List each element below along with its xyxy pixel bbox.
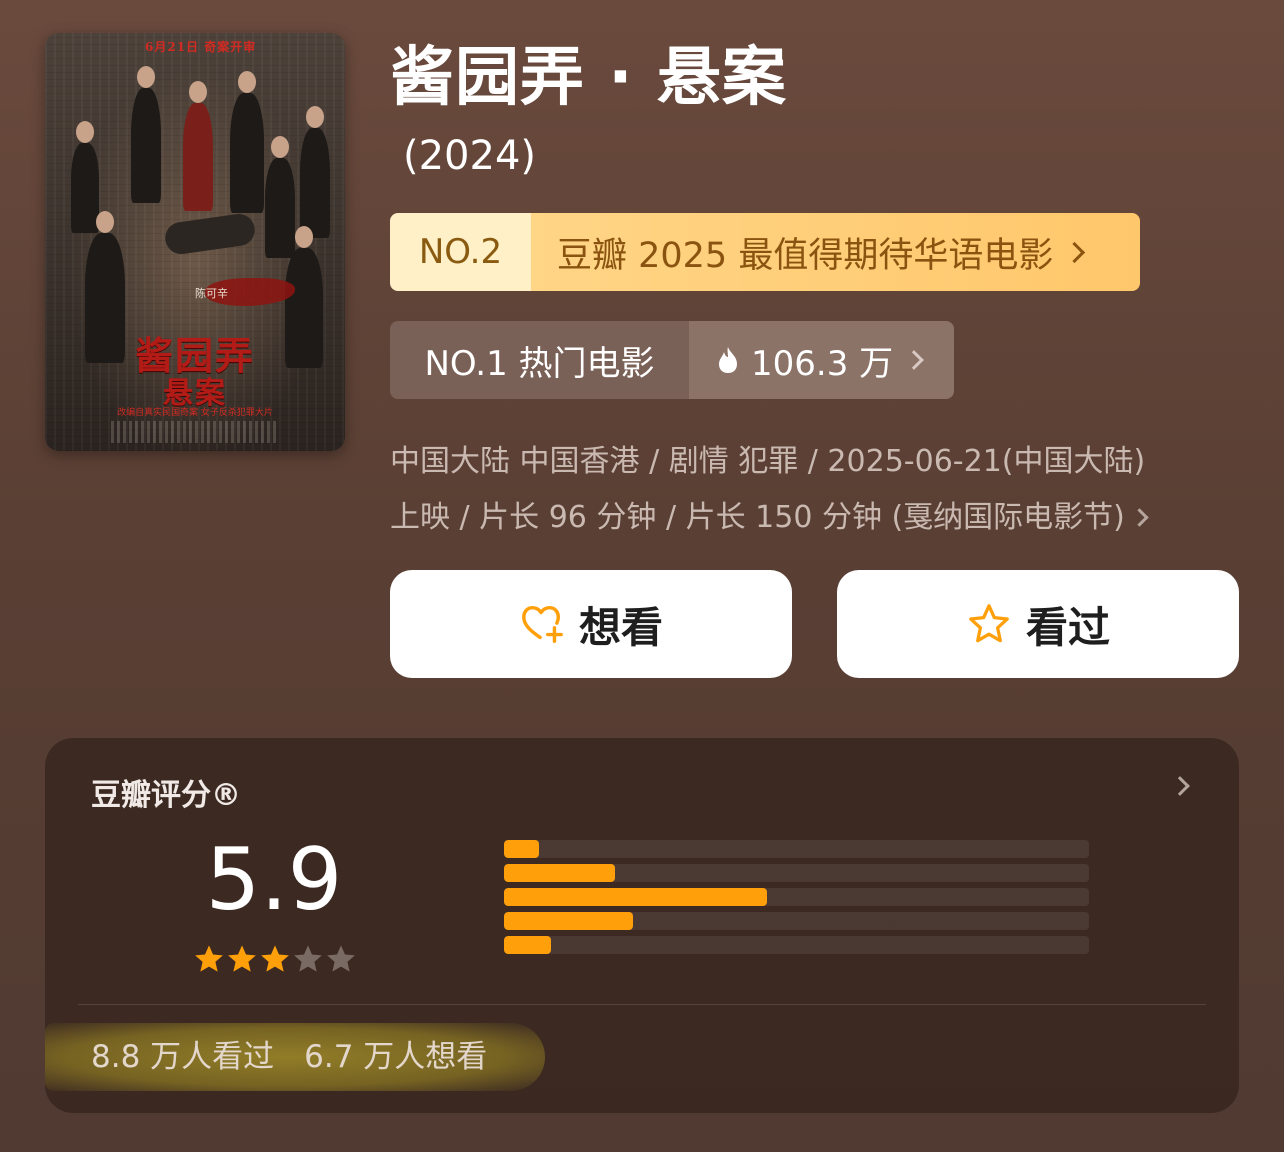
meta-line-1: 中国大陆 中国香港 / 剧情 犯罪 / 2025-06-21(中国大陆)	[390, 444, 1146, 479]
poster-figure	[265, 136, 295, 258]
chevron-right-icon	[1170, 776, 1190, 796]
meta-line-2-wrap: 上映 / 片长 96 分钟 / 片长 150 分钟 (戛纳国际电影节)	[390, 490, 1250, 546]
want-to-watch-label: 想看	[578, 602, 663, 652]
star-filled-icon	[228, 945, 256, 972]
movie-poster[interactable]: 6月21日 奇案开审 陈可辛 酱园弄 悬案 改编自真实民国奇案 女子反杀犯罪大片	[45, 33, 345, 451]
watched-label: 看过	[1025, 602, 1110, 652]
movie-meta[interactable]: 中国大陆 中国香港 / 剧情 犯罪 / 2025-06-21(中国大陆) 上映 …	[390, 434, 1250, 546]
poster-tagline: 改编自真实民国奇案 女子反杀犯罪大片	[117, 408, 273, 418]
seen-count: 8.8 万人看过	[91, 1039, 275, 1075]
heat-value: 106.3 万	[751, 343, 894, 384]
want-to-watch-button[interactable]: 想看	[390, 570, 792, 678]
poster-figure	[300, 106, 330, 238]
poster-figure	[71, 121, 99, 233]
poster-release-text: 6月21日 奇案开审	[145, 40, 257, 54]
chevron-right-icon	[1130, 508, 1149, 527]
distribution-bar-track	[504, 912, 1089, 930]
rating-score: 5.9	[205, 830, 343, 930]
movie-year: (2024)	[403, 133, 537, 179]
poster-credits	[111, 421, 279, 443]
star-filled-icon	[261, 945, 289, 972]
distribution-bar-4-star	[504, 864, 616, 882]
chevron-right-icon	[904, 350, 925, 370]
star-empty-icon	[294, 945, 322, 972]
rating-card[interactable]: 豆瓣评分® 5.9 8.8 万人看过 6.7 万人想看	[45, 738, 1239, 1113]
rank-expected-label-box: 豆瓣 2025 最值得期待华语电影	[531, 213, 1140, 291]
rank-expected-label: 豆瓣 2025 最值得期待华语电影	[557, 235, 1054, 276]
rating-card-title: 豆瓣评分®	[91, 778, 241, 813]
rank-expected-number: NO.2	[390, 213, 531, 291]
distribution-bar-track	[504, 936, 1089, 954]
want-count: 6.7 万人想看	[304, 1039, 488, 1075]
distribution-bar-track	[504, 864, 1089, 882]
chevron-right-icon	[1064, 241, 1086, 263]
rank-hot-badge[interactable]: NO.1 热门电影 106.3 万	[390, 321, 954, 399]
distribution-bar-2-star	[504, 912, 633, 930]
flame-icon	[719, 347, 737, 373]
distribution-bar-5-star	[504, 840, 540, 858]
distribution-bar-1-star	[504, 936, 551, 954]
rank-hot-number: NO.1 热门电影	[390, 321, 689, 399]
audience-counts: 8.8 万人看过 6.7 万人想看	[91, 1031, 487, 1076]
watched-button[interactable]: 看过	[837, 570, 1239, 678]
star-filled-icon	[195, 945, 223, 972]
rank-hot-heat-box: 106.3 万	[689, 321, 954, 399]
distribution-bar-track	[504, 888, 1089, 906]
distribution-bar-3-star	[504, 888, 768, 906]
poster-figure	[230, 71, 264, 213]
rank-expected-badge[interactable]: NO.2 豆瓣 2025 最值得期待华语电影	[390, 213, 1140, 291]
heart-plus-icon	[522, 605, 563, 643]
meta-line-2: 上映 / 片长 96 分钟 / 片长 150 分钟 (戛纳国际电影节)	[390, 500, 1125, 535]
star-outline-icon	[969, 604, 1009, 643]
star-empty-icon	[327, 945, 355, 972]
poster-figure	[131, 66, 161, 203]
poster-actor: 陈可辛	[195, 287, 228, 300]
divider	[78, 1004, 1206, 1005]
poster-figure	[183, 81, 213, 211]
movie-title: 酱园弄 · 悬案	[390, 41, 787, 115]
distribution-bar-track	[504, 840, 1089, 858]
rating-detail-link[interactable]	[1159, 776, 1190, 797]
rating-stars	[193, 943, 357, 975]
